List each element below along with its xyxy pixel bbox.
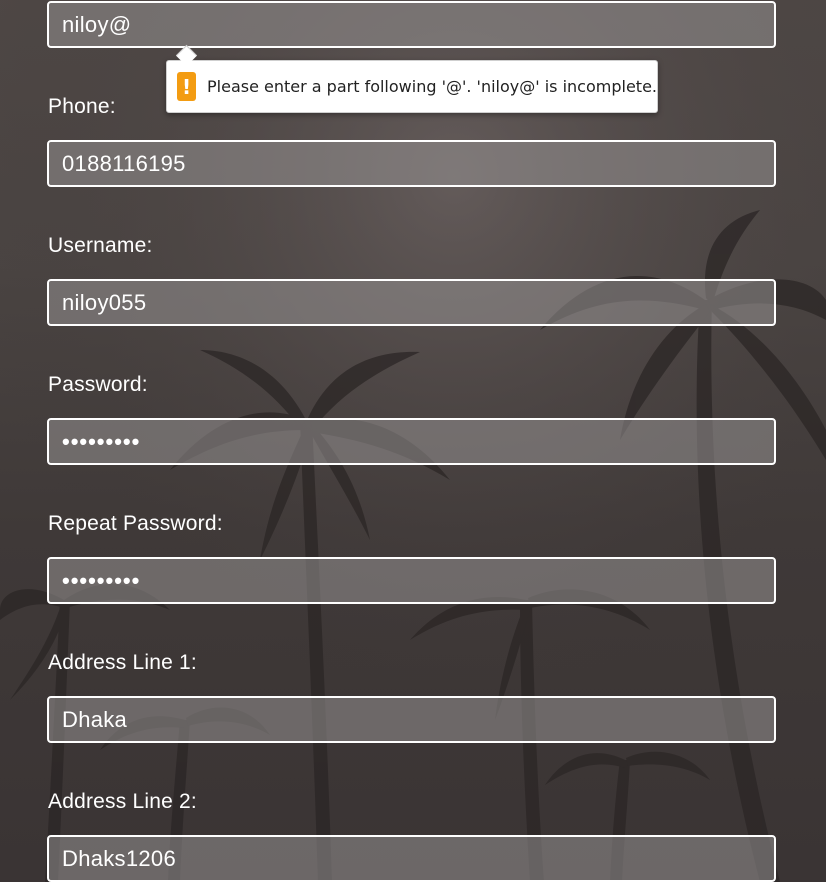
warning-icon-glyph: ! xyxy=(181,74,192,99)
address-line-1-value: Dhaka xyxy=(62,706,128,732)
address-line-2-label: Address Line 2: xyxy=(48,790,197,813)
email-value: niloy@ xyxy=(62,11,132,37)
address-line-1-input[interactable]: Dhaka xyxy=(47,696,776,743)
password-label: Password: xyxy=(48,373,148,396)
validation-tooltip: ! Please enter a part following '@'. 'ni… xyxy=(166,60,658,113)
password-input[interactable]: ••••••••• xyxy=(47,418,776,465)
password-value: ••••••••• xyxy=(62,428,141,454)
phone-input[interactable]: 0188116195 xyxy=(47,140,776,187)
repeat-password-value: ••••••••• xyxy=(62,567,141,593)
address-line-2-input[interactable]: Dhaks1206 xyxy=(47,835,776,882)
email-input[interactable]: niloy@ xyxy=(47,1,776,48)
username-label: Username: xyxy=(48,234,153,257)
repeat-password-input[interactable]: ••••••••• xyxy=(47,557,776,604)
address-line-2-value: Dhaks1206 xyxy=(62,845,176,871)
phone-value: 0188116195 xyxy=(62,150,186,176)
address-line-1-label: Address Line 1: xyxy=(48,651,197,674)
repeat-password-label: Repeat Password: xyxy=(48,512,223,535)
username-input[interactable]: niloy055 xyxy=(47,279,776,326)
registration-form: niloy@ Phone: 0188116195 Username: niloy… xyxy=(0,0,826,882)
phone-label: Phone: xyxy=(48,95,116,118)
validation-message: Please enter a part following '@'. 'nilo… xyxy=(207,77,657,96)
username-value: niloy055 xyxy=(62,289,147,315)
warning-icon: ! xyxy=(177,72,196,101)
